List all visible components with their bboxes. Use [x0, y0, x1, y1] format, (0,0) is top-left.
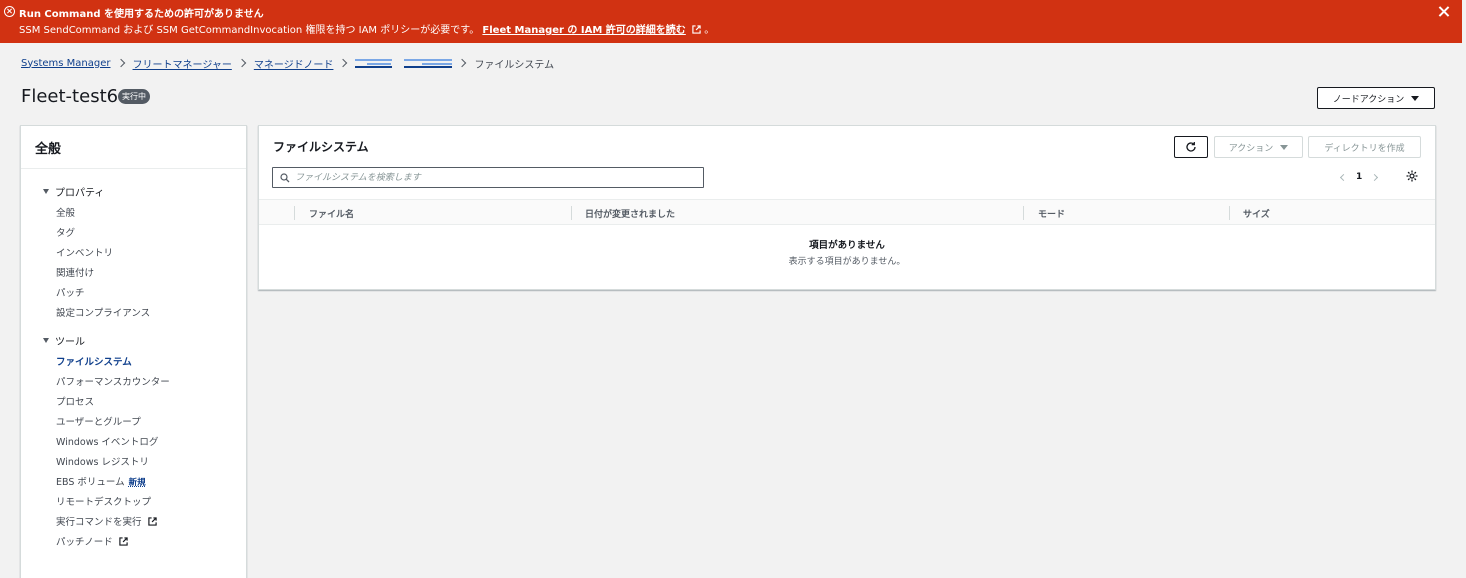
chevron-right-icon[interactable] — [1371, 173, 1379, 181]
error-flash-banner: Run Command を使用するための許可がありません SSM SendCom… — [0, 0, 1462, 43]
nav-item-windows-event-log[interactable]: Windows イベントログ — [56, 434, 158, 448]
nav-item-inventory[interactable]: インベントリ — [56, 245, 113, 259]
breadcrumb-managed-nodes[interactable]: マネージドノード — [254, 56, 334, 71]
node-action-label: ノードアクション — [1332, 94, 1405, 105]
file-system-panel: ファイルシステム アクション ディレクトリを作成 1 ファイル名 日付が変更され… — [258, 125, 1436, 290]
column-header-mode[interactable]: モード — [1038, 207, 1065, 220]
caret-down-icon — [1411, 95, 1420, 101]
create-directory-button[interactable]: ディレクトリを作成 — [1308, 136, 1421, 158]
flash-message-text: SSM SendCommand および SSM GetCommandInvoca… — [19, 25, 480, 36]
chevron-left-icon[interactable] — [1339, 173, 1348, 181]
nav-item-general[interactable]: 全般 — [56, 205, 75, 219]
close-icon[interactable] — [1437, 5, 1451, 19]
page-title: Fleet-test6 — [21, 86, 119, 107]
external-link-icon — [692, 25, 701, 34]
flash-period: 。 — [704, 25, 715, 36]
search-input[interactable] — [295, 169, 695, 186]
section-label: プロパティ — [55, 188, 105, 199]
caret-down-icon — [1280, 144, 1289, 150]
section-properties[interactable]: プロパティ — [43, 184, 104, 199]
nav-item-run-command-label: 実行コマンドを実行 — [56, 517, 142, 528]
iam-permission-link-text: Fleet Manager の IAM 許可の詳細を読む — [482, 25, 686, 36]
column-divider — [294, 206, 295, 220]
search-icon — [280, 173, 290, 183]
column-header-size[interactable]: サイズ — [1243, 207, 1270, 220]
caret-down-icon — [43, 338, 49, 343]
gear-icon[interactable] — [1405, 169, 1419, 183]
nav-item-patch-node[interactable]: パッチノード — [56, 534, 128, 548]
external-link-icon — [147, 517, 157, 526]
column-divider[interactable] — [1229, 206, 1230, 220]
nav-item-ebs-label: EBS ボリューム — [56, 477, 125, 488]
refresh-button[interactable] — [1174, 136, 1208, 158]
chevron-right-icon — [458, 58, 467, 68]
nav-item-run-command[interactable]: 実行コマンドを実行 — [56, 514, 157, 528]
chevron-right-icon — [339, 58, 348, 68]
external-link-icon — [119, 537, 128, 546]
column-divider[interactable] — [571, 206, 572, 220]
section-tools[interactable]: ツール — [43, 333, 85, 348]
nav-item-windows-registry[interactable]: Windows レジストリ — [56, 454, 149, 468]
nav-item-patch-node-label: パッチノード — [56, 537, 113, 548]
refresh-icon — [1186, 142, 1196, 152]
empty-state-message: 表示する項目がありません。 — [788, 257, 906, 267]
table-header: ファイル名 日付が変更されました モード サイズ — [259, 199, 1435, 225]
iam-permission-link[interactable]: Fleet Manager の IAM 許可の詳細を読む — [482, 25, 685, 36]
nav-item-tags[interactable]: タグ — [56, 225, 75, 239]
section-label: ツール — [55, 337, 85, 348]
actions-label: アクション — [1228, 143, 1274, 154]
page-number[interactable]: 1 — [1356, 172, 1362, 182]
panel-title: ファイルシステム — [273, 140, 369, 154]
new-badge: 新規 — [128, 478, 146, 488]
search-field[interactable] — [272, 167, 704, 188]
column-header-file-name[interactable]: ファイル名 — [309, 207, 354, 220]
chevron-right-icon — [116, 58, 125, 68]
caret-down-icon — [43, 189, 49, 194]
error-icon — [4, 6, 15, 17]
chevron-right-icon — [237, 58, 247, 68]
nav-item-file-system[interactable]: ファイルシステム — [56, 354, 132, 368]
flash-message: SSM SendCommand および SSM GetCommandInvoca… — [19, 21, 714, 36]
breadcrumb-systems-manager[interactable]: Systems Manager — [21, 58, 111, 69]
breadcrumb: Systems Manager フリートマネージャー マネージドノード ファイル… — [21, 56, 555, 71]
breadcrumb-fleet-manager[interactable]: フリートマネージャー — [133, 56, 232, 71]
nav-item-remote-desktop[interactable]: リモートデスクトップ — [56, 494, 151, 508]
pagination: 1 — [1339, 170, 1379, 184]
status-badge: 実行中 — [118, 89, 150, 104]
node-action-button[interactable]: ノードアクション — [1317, 87, 1435, 109]
column-divider[interactable] — [1023, 206, 1024, 220]
nav-item-performance-counters[interactable]: パフォーマンスカウンター — [56, 374, 170, 388]
redacted-node-name[interactable] — [404, 58, 453, 68]
redacted-node-id[interactable] — [355, 58, 393, 68]
nav-item-processes[interactable]: プロセス — [56, 394, 94, 408]
breadcrumb-current: ファイルシステム — [474, 59, 555, 71]
column-header-date-modified[interactable]: 日付が変更されました — [585, 207, 675, 220]
nav-item-users-groups[interactable]: ユーザーとグループ — [56, 414, 141, 428]
general-navigation-panel: 全般 プロパティ 全般 タグ インベントリ 関連付け パッチ 設定コンプライアン… — [20, 125, 247, 578]
nav-item-associations[interactable]: 関連付け — [56, 265, 94, 279]
flash-title: Run Command を使用するための許可がありません — [19, 9, 264, 20]
nav-item-config-compliance[interactable]: 設定コンプライアンス — [56, 305, 150, 319]
empty-state-title: 項目がありません — [809, 240, 885, 251]
panel-title: 全般 — [35, 142, 62, 157]
actions-dropdown[interactable]: アクション — [1214, 136, 1303, 158]
nav-item-ebs-volumes[interactable]: EBS ボリューム 新規 — [56, 474, 146, 488]
panel-header: 全般 — [21, 126, 246, 169]
nav-item-patch[interactable]: パッチ — [56, 285, 85, 299]
